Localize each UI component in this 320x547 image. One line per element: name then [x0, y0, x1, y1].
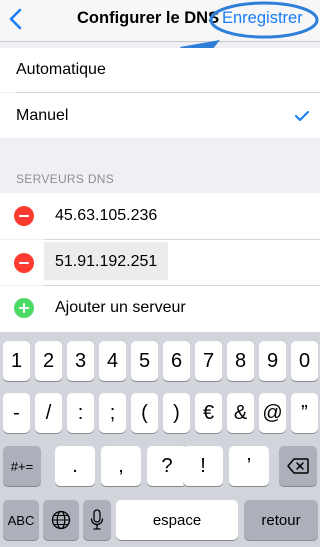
- key-symbols[interactable]: #+=: [3, 446, 41, 486]
- key-open-paren[interactable]: (: [131, 393, 158, 433]
- globe-icon: [51, 510, 71, 530]
- back-chevron-icon[interactable]: [4, 4, 30, 34]
- key-colon[interactable]: :: [67, 393, 94, 433]
- key-delete[interactable]: [279, 446, 317, 486]
- key-5[interactable]: 5: [131, 341, 158, 381]
- key-return[interactable]: retour: [244, 500, 318, 540]
- mode-option-label: Automatique: [16, 61, 106, 78]
- key-period[interactable]: .: [55, 446, 95, 486]
- page-title: Configurer le DNS: [77, 9, 220, 27]
- remove-server-icon[interactable]: [14, 206, 34, 226]
- key-9[interactable]: 9: [259, 341, 286, 381]
- save-button[interactable]: Enregistrer: [222, 9, 303, 28]
- microphone-icon: [90, 509, 104, 530]
- key-6[interactable]: 6: [163, 341, 190, 381]
- key-comma[interactable]: ,: [101, 446, 141, 486]
- key-globe[interactable]: [43, 500, 79, 540]
- key-0[interactable]: 0: [291, 341, 318, 381]
- dns-server-address[interactable]: 45.63.105.236: [55, 207, 157, 225]
- key-abc[interactable]: ABC: [3, 500, 39, 540]
- navigation-bar: Configurer le DNS Enregistrer: [0, 0, 320, 42]
- key-apostrophe[interactable]: ’: [229, 446, 269, 486]
- mode-option-automatic[interactable]: Automatique: [0, 48, 320, 92]
- key-close-paren[interactable]: ): [163, 393, 190, 433]
- key-3[interactable]: 3: [67, 341, 94, 381]
- key-question[interactable]: ?: [147, 446, 187, 486]
- key-1[interactable]: 1: [3, 341, 30, 381]
- dns-server-row: 45.63.105.236: [0, 193, 320, 239]
- checkmark-icon: [295, 111, 309, 121]
- key-4[interactable]: 4: [99, 341, 126, 381]
- key-semicolon[interactable]: ;: [99, 393, 126, 433]
- key-dictation[interactable]: [83, 500, 111, 540]
- key-8[interactable]: 8: [227, 341, 254, 381]
- dns-server-address[interactable]: 51.91.192.251: [55, 253, 157, 271]
- key-exclamation[interactable]: !: [183, 446, 223, 486]
- add-server-row[interactable]: Ajouter un serveur: [0, 286, 320, 332]
- key-quote[interactable]: ”: [291, 393, 318, 433]
- add-server-icon[interactable]: [14, 298, 34, 318]
- backspace-icon: [287, 458, 309, 474]
- key-7[interactable]: 7: [195, 341, 222, 381]
- key-hyphen[interactable]: -: [3, 393, 30, 433]
- keyboard: 1 2 3 4 5 6 7 8 9 0 - / : ; ( ) € & @ ” …: [0, 332, 320, 547]
- section-header-dns: SERVEURS DNS: [16, 172, 115, 186]
- key-2[interactable]: 2: [35, 341, 62, 381]
- mode-option-label: Manuel: [16, 107, 69, 124]
- key-ampersand[interactable]: &: [227, 393, 254, 433]
- key-space[interactable]: espace: [116, 500, 238, 540]
- key-euro[interactable]: €: [195, 393, 222, 433]
- remove-server-icon[interactable]: [14, 253, 34, 273]
- key-slash[interactable]: /: [35, 393, 62, 433]
- add-server-label: Ajouter un serveur: [55, 299, 186, 316]
- mode-option-manual[interactable]: Manuel: [0, 93, 320, 138]
- key-at[interactable]: @: [259, 393, 286, 433]
